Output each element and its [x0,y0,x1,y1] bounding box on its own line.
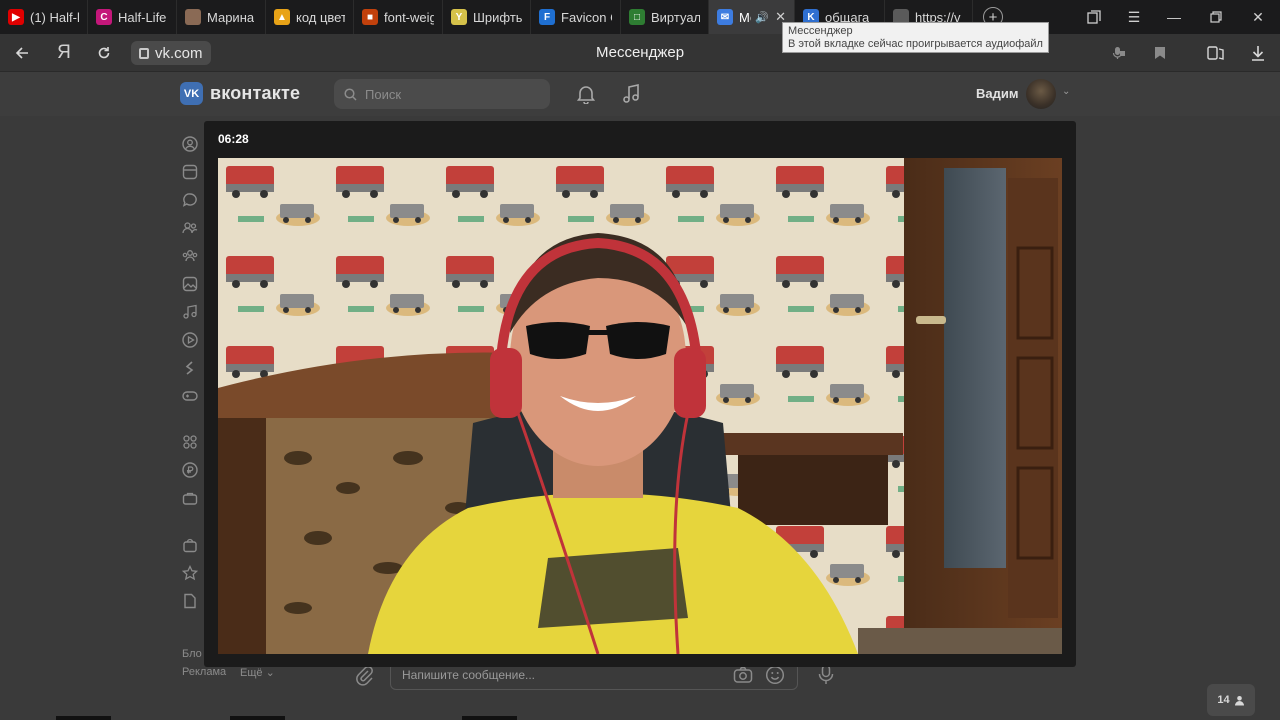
minimize-button[interactable]: — [1154,0,1194,34]
browser-tab[interactable]: Y Шрифты [443,0,531,34]
chevron-down-icon: ⌄ [265,667,275,679]
participants-count-badge[interactable]: 14 [1207,684,1255,716]
browser-tab[interactable]: ▲ код цвет [266,0,354,34]
browser-tab-label: Марина [207,9,255,25]
lock-icon [139,47,149,59]
browser-tab[interactable]: □ Виртуал [621,0,709,34]
photos-icon[interactable] [181,275,199,293]
footer-more-label: Ещё [240,667,263,679]
download-icon[interactable] [1240,34,1276,72]
video-icon[interactable] [181,331,199,349]
collections-icon[interactable] [1198,34,1234,72]
speaker-icon[interactable]: 🔊 [755,11,769,24]
close-window-button[interactable]: ✕ [1238,0,1278,34]
c-letter-icon: C [96,9,112,25]
taskbar-item[interactable] [230,716,285,720]
url-field[interactable]: vk.com [131,41,211,65]
browser-tab-label: Шрифты [473,9,522,25]
user-name[interactable]: Вадим [976,86,1018,101]
tab-tooltip: Мессенджер В этой вкладке сейчас проигры… [782,22,1049,53]
vk-logo[interactable]: VK вконтакте [180,82,300,105]
news-icon[interactable] [181,163,199,181]
person-icon [1234,695,1244,705]
clips-icon[interactable] [181,359,199,377]
browser-tab-label: (1) Half-l [30,9,79,25]
friends-icon[interactable] [181,219,199,237]
messages-icon[interactable] [181,191,199,209]
communities-icon[interactable] [181,247,199,265]
footer-blog-link[interactable]: Бло [182,648,202,660]
restore-button[interactable] [1196,0,1236,34]
browser-tab[interactable]: C Half-Life [88,0,177,34]
microphone-icon[interactable] [817,664,835,691]
chevron-down-icon[interactable]: ⌄ [1062,86,1070,97]
camera-icon[interactable] [733,666,753,689]
photo-icon [185,9,201,25]
search-icon [344,87,357,101]
footer-more-link[interactable]: Ещё ⌄ [240,666,275,679]
tab-groups-icon[interactable] [1074,0,1114,34]
vk-logo-icon: VK [180,82,203,105]
url-text: vk.com [155,44,203,62]
search-input[interactable]: Поиск [334,79,550,109]
green-square-icon: □ [629,9,645,25]
browser-tab-label: Favicon C [561,9,612,25]
webcam-feed-image [218,158,1062,654]
search-placeholder: Поиск [365,86,402,102]
menu-icon[interactable]: ☰ [1114,0,1154,34]
avatar[interactable] [1026,79,1056,109]
browser-tab-label: Half-Life [118,9,167,25]
bookmark-icon[interactable] [1142,34,1178,72]
emoji-icon[interactable] [765,665,785,690]
profile-icon[interactable] [181,135,199,153]
music-icon[interactable] [181,303,199,321]
address-bar: Я vk.com Мессенджер [0,34,1280,72]
back-button[interactable] [4,34,40,72]
tooltip-title: Мессенджер [788,25,853,37]
microphone-icon[interactable] [1100,34,1136,72]
f-letter-icon: F [539,9,555,25]
notifications-bell-icon[interactable] [574,82,598,106]
browser-tab[interactable]: F Favicon C [531,0,621,34]
message-placeholder: Напишите сообщение... [402,668,536,682]
call-timer: 06:28 [218,132,249,146]
music-note-icon[interactable] [619,82,643,106]
payments-icon[interactable] [181,461,199,479]
video-stream[interactable] [218,158,1062,654]
browser-tab[interactable]: ▶ (1) Half-l [0,0,88,34]
messenger-icon: ✉ [717,9,733,25]
attach-icon[interactable] [354,664,374,691]
work-icon[interactable] [181,489,199,507]
browser-tab-label: Виртуал [651,9,700,25]
star-icon[interactable] [181,564,199,582]
browser-tab-label: font-weig [384,9,434,25]
browser-tab-label: код цвет [296,9,345,25]
vk-logo-text: вконтакте [210,83,301,103]
stack-icon: ■ [362,9,378,25]
youtube-icon: ▶ [8,9,24,25]
browser-tab[interactable]: ■ font-weig [354,0,443,34]
document-icon[interactable] [181,592,199,610]
mini-apps-icon[interactable] [181,433,199,451]
y-letter-icon: Y [451,9,467,25]
shopping-bag-icon[interactable] [181,536,199,554]
taskbar-item[interactable] [462,716,517,720]
tooltip-subtitle: В этой вкладке сейчас проигрывается ауди… [788,38,1043,50]
participants-count: 14 [1217,694,1230,706]
yandex-icon[interactable]: Я [46,34,82,72]
taskbar-item[interactable] [56,716,111,720]
footer-ads-link[interactable]: Реклама [182,666,226,678]
browser-tab[interactable]: Марина [177,0,266,34]
games-icon[interactable] [181,387,199,405]
image-icon: ▲ [274,9,290,25]
browser-tab-label: Ме [739,9,751,25]
reload-button[interactable] [86,34,122,72]
